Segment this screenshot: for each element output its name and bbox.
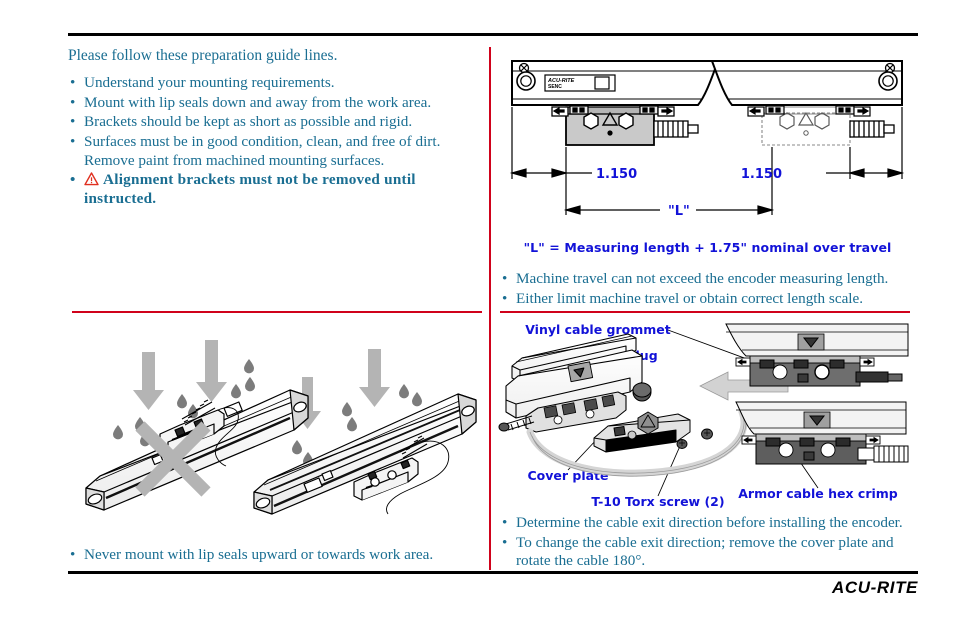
cable-exit-direction-figure: Vinyl cable grommet Plug Cover plate T-1… (498, 320, 916, 515)
bullet-list: • Machine travel can not exceed the encod… (500, 270, 915, 308)
list-item: • Surfaces must be in good condition, cle… (68, 133, 483, 170)
dimension-overall-label: "L" (668, 204, 690, 219)
lip-seal-orientation-figure (72, 322, 484, 532)
bullet-dot-icon: • (70, 113, 76, 131)
cable-strain-relief-left (653, 120, 699, 138)
dimension-right-label: 1.150 (741, 167, 782, 182)
bullet-list: • Never mount with lip seals upward or to… (68, 546, 483, 565)
bullet-dot-icon: • (70, 171, 76, 189)
list-item-label: Surfaces must be in good condition, clea… (84, 132, 441, 169)
right-column-separator (500, 311, 910, 313)
callout-vinyl-cable-grommet: Vinyl cable grommet (525, 322, 671, 337)
left-column-separator (72, 311, 482, 313)
list-item: • To change the cable exit direction; rem… (500, 534, 915, 571)
column-divider (489, 47, 491, 570)
bullet-dot-icon: • (502, 289, 508, 307)
bullet-dot-icon: • (502, 270, 508, 287)
list-item: • Understand your mounting requirements. (68, 74, 483, 93)
list-item-label: Determine the cable exit direction befor… (516, 514, 903, 531)
bullet-dot-icon: • (502, 533, 508, 551)
list-item: • Never mount with lip seals upward or to… (68, 546, 483, 565)
bullet-dot-icon: • (70, 73, 76, 91)
header-rule (68, 33, 918, 36)
detail-view-hex-crimp (735, 401, 909, 465)
list-item: • Brackets should be kept as short as pos… (68, 113, 483, 132)
manual-page: Please follow these preparation guide li… (0, 0, 954, 618)
list-item: • Either limit machine travel or obtain c… (500, 290, 915, 309)
warning-list-item: • Alignment brackets must not be removed… (68, 171, 483, 208)
scale-nameplate: ACU-RITE SENC (544, 74, 616, 92)
cable-strain-relief-right (849, 120, 895, 138)
detail-view-grommet (725, 323, 909, 387)
encoder-scale-iso (498, 333, 643, 433)
scale-model-label: SENC (548, 84, 562, 90)
bullet-list: • Determine the cable exit direction befo… (500, 514, 915, 571)
callout-armor-cable-hex-crimp: Armor cable hex crimp (738, 486, 898, 501)
bullet-dot-icon: • (502, 514, 508, 531)
list-item-label: Brackets should be kept as short as poss… (84, 113, 413, 131)
preparation-bullet-list: • Understand your mounting requirements. … (68, 74, 483, 209)
warning-label: Alignment brackets must not be removed u… (84, 171, 416, 207)
list-item: • Determine the cable exit direction befo… (500, 514, 915, 533)
dimension-left-label: 1.150 (596, 167, 637, 182)
list-item: • Mount with lip seals down and away from… (68, 94, 483, 113)
travel-caption-block: "L" = Measuring length + 1.75" nominal o… (500, 240, 915, 255)
cable-bullets: • Determine the cable exit direction befo… (500, 514, 915, 572)
plug-part (632, 382, 652, 402)
list-item-label: Understand your mounting requirements. (84, 73, 335, 91)
brand-logo: ACU-RITE (831, 578, 918, 597)
alignment-triangle-icon (797, 111, 815, 126)
travel-bullets: • Machine travel can not exceed the encod… (500, 270, 915, 309)
travel-caption: "L" = Measuring length + 1.75" nominal o… (523, 240, 892, 255)
list-item: • Machine travel can not exceed the encod… (500, 270, 915, 289)
dimension-right (826, 168, 905, 178)
list-item-label: Either limit machine travel or obtain co… (516, 289, 864, 307)
list-item-label: To change the cable exit direction; remo… (516, 533, 894, 570)
left-column: Please follow these preparation guide li… (68, 46, 483, 210)
encoder-travel-dimension-figure: ACU-RITE SENC 1.150 1.150 "L" (500, 55, 915, 230)
list-item-label: Never mount with lip seals upward or tow… (84, 546, 434, 563)
bullet-dot-icon: • (70, 546, 76, 563)
dimension-left (509, 168, 592, 178)
bullet-dot-icon: • (70, 93, 76, 111)
warning-triangle-icon (84, 172, 99, 186)
callout-t10-torx-screw: T-10 Torx screw (2) (591, 494, 724, 509)
left-figure-bullets: • Never mount with lip seals upward or to… (68, 546, 483, 566)
list-item-label: Machine travel can not exceed the encode… (516, 270, 889, 287)
list-item-label: Mount with lip seals down and away from … (84, 93, 432, 111)
bullet-dot-icon: • (70, 132, 76, 150)
intro-text: Please follow these preparation guide li… (68, 47, 338, 64)
